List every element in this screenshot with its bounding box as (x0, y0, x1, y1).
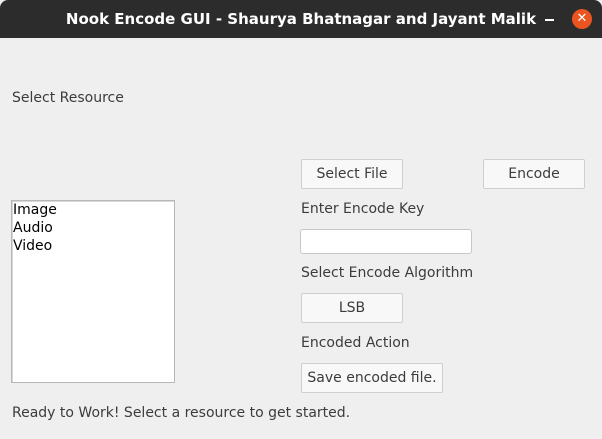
list-item[interactable]: Audio (12, 219, 174, 237)
window-title: Nook Encode GUI - Shaurya Bhatnagar and … (65, 10, 537, 28)
app-window: Nook Encode GUI - Shaurya Bhatnagar and … (0, 0, 602, 439)
encoded-action-label: Encoded Action (301, 335, 410, 351)
algorithm-lsb-button[interactable]: LSB (301, 293, 403, 323)
list-item[interactable]: Image (12, 201, 174, 219)
save-encoded-file-button[interactable]: Save encoded file. (301, 363, 443, 393)
encode-button[interactable]: Encode (483, 159, 585, 189)
select-resource-label: Select Resource (12, 90, 124, 106)
list-item[interactable]: Video (12, 237, 174, 255)
encode-algorithm-label: Select Encode Algorithm (301, 265, 474, 281)
minimize-icon[interactable] (545, 19, 554, 21)
close-icon[interactable]: ✕ (572, 9, 592, 29)
title-bar[interactable]: Nook Encode GUI - Shaurya Bhatnagar and … (0, 0, 602, 38)
encode-key-label: Enter Encode Key (301, 201, 425, 217)
resource-listbox[interactable]: Image Audio Video (11, 200, 175, 383)
select-file-button[interactable]: Select File (301, 159, 403, 189)
status-text: Ready to Work! Select a resource to get … (12, 405, 351, 421)
encode-key-input[interactable] (300, 229, 472, 254)
